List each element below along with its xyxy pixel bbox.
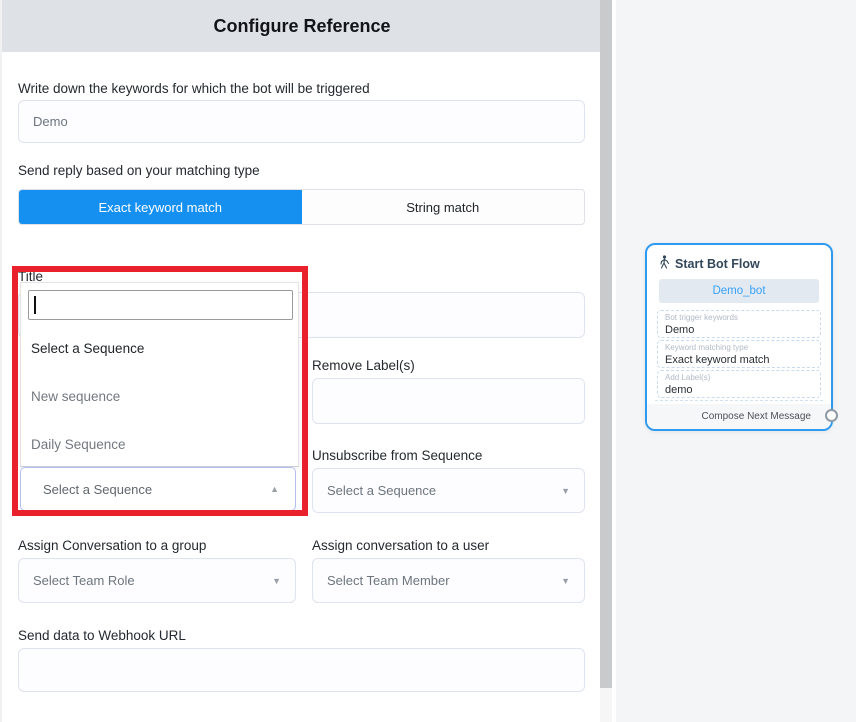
- vertical-scrollbar: [600, 0, 612, 722]
- unsubscribe-sequence-select[interactable]: Select a Sequence ▼: [312, 468, 585, 513]
- caret-up-icon: ▲: [270, 484, 279, 494]
- assign-user-value: Select Team Member: [327, 573, 450, 588]
- assign-group-label: Assign Conversation to a group: [18, 538, 206, 553]
- panel-header: Configure Reference: [2, 0, 602, 52]
- caret-down-icon: ▼: [561, 486, 570, 496]
- start-bot-flow-node[interactable]: Start Bot Flow Demo_bot Bot trigger keyw…: [645, 243, 833, 431]
- matching-type-label: Send reply based on your matching type: [18, 163, 260, 178]
- sequence-dropdown-panel: Select a Sequence New sequence Daily Seq…: [20, 282, 299, 467]
- sequence-search-input[interactable]: [28, 290, 293, 320]
- keywords-input[interactable]: Demo: [18, 100, 585, 143]
- subscribe-sequence-value: Select a Sequence: [43, 482, 152, 497]
- connector-handle[interactable]: [825, 409, 838, 422]
- flow-canvas: Start Bot Flow Demo_bot Bot trigger keyw…: [616, 0, 856, 722]
- assign-group-select[interactable]: Select Team Role ▼: [18, 558, 296, 603]
- node-field-label: Add Label(s): [665, 373, 813, 383]
- page-title: Configure Reference: [2, 0, 602, 52]
- node-field-value: Demo: [665, 323, 813, 337]
- keywords-input-value: Demo: [33, 114, 68, 129]
- walking-person-icon: [659, 255, 670, 272]
- webhook-url-input[interactable]: [18, 648, 585, 692]
- assign-user-select[interactable]: Select Team Member ▼: [312, 558, 585, 603]
- webhook-url-label: Send data to Webhook URL: [18, 628, 186, 643]
- remove-labels-input[interactable]: [312, 378, 585, 424]
- caret-down-icon: ▼: [272, 576, 281, 586]
- tab-exact-keyword-match[interactable]: Exact keyword match: [19, 190, 302, 224]
- configure-panel: Configure Reference Write down the keywo…: [0, 0, 600, 722]
- node-field-value: demo: [665, 383, 813, 397]
- bot-name-chip[interactable]: Demo_bot: [659, 279, 819, 303]
- compose-next-message-label: Compose Next Message: [702, 411, 812, 422]
- compose-next-message-footer: Compose Next Message: [647, 404, 831, 429]
- subscribe-sequence-select[interactable]: Select a Sequence ▲: [20, 467, 296, 511]
- assign-group-value: Select Team Role: [33, 573, 135, 588]
- node-field-label: Bot trigger keywords: [665, 313, 813, 323]
- flow-node-header: Start Bot Flow: [659, 255, 760, 272]
- caret-down-icon: ▼: [561, 576, 570, 586]
- node-field-value: Exact keyword match: [665, 353, 813, 367]
- sequence-option-new-sequence[interactable]: New sequence: [31, 389, 120, 404]
- node-field-add-labels[interactable]: Add Label(s) demo: [657, 370, 821, 398]
- scrollbar-thumb[interactable]: [600, 0, 612, 688]
- matching-type-tabs: Exact keyword match String match: [18, 189, 585, 225]
- keywords-label: Write down the keywords for which the bo…: [18, 81, 370, 96]
- assign-user-label: Assign conversation to a user: [312, 538, 489, 553]
- node-field-matching-type[interactable]: Keyword matching type Exact keyword matc…: [657, 340, 821, 368]
- unsubscribe-sequence-value: Select a Sequence: [327, 483, 436, 498]
- configure-reference-screen: Configure Reference Write down the keywo…: [0, 0, 856, 722]
- tab-string-match[interactable]: String match: [302, 190, 585, 224]
- flow-node-title: Start Bot Flow: [675, 257, 760, 271]
- node-field-trigger-keywords[interactable]: Bot trigger keywords Demo: [657, 310, 821, 338]
- node-divider: [655, 400, 823, 401]
- sequence-option-daily-sequence[interactable]: Daily Sequence: [31, 437, 126, 452]
- remove-labels-label: Remove Label(s): [312, 358, 415, 373]
- node-field-label: Keyword matching type: [665, 343, 813, 353]
- sequence-option-placeholder[interactable]: Select a Sequence: [31, 341, 144, 356]
- unsubscribe-sequence-label: Unsubscribe from Sequence: [312, 448, 482, 463]
- text-cursor: [34, 296, 36, 314]
